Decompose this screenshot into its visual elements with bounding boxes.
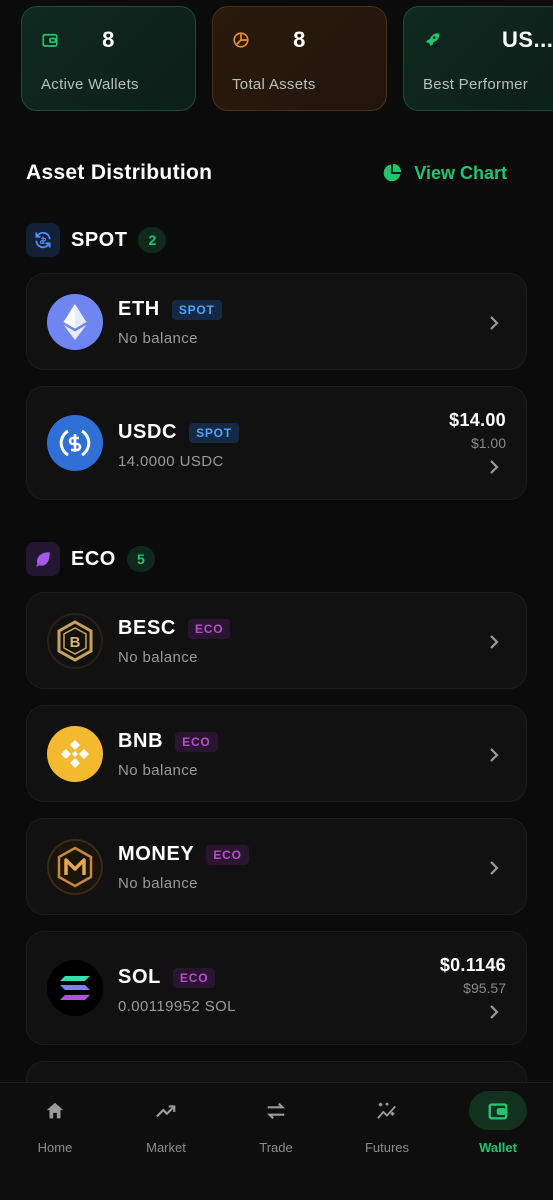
asset-unit-price: $95.57: [463, 980, 506, 996]
asset-symbol: ETH: [118, 298, 160, 320]
asset-value: $0.1146: [439, 955, 506, 975]
nav-home[interactable]: Home: [0, 1091, 110, 1155]
asset-tag: ECO: [172, 967, 216, 988]
asset-unit-price: $1.00: [470, 435, 506, 451]
nav-label: Home: [37, 1140, 73, 1155]
nav-label: Futures: [364, 1140, 410, 1155]
asset-name: USDC SPOT: [118, 421, 239, 444]
asset-symbol: BNB: [118, 730, 164, 752]
group-name: SPOT: [71, 228, 128, 251]
svg-text:B: B: [70, 634, 81, 651]
asset-name: BNB ECO: [118, 730, 218, 753]
asset-value: $14.00: [449, 410, 506, 430]
group-name: ECO: [71, 547, 116, 570]
asset-card-eth[interactable]: ETH SPOT No balance: [26, 273, 527, 370]
section-title: Asset Distribution: [26, 161, 213, 184]
bottom-nav: Home Market Trade Futures Wallet: [0, 1082, 553, 1200]
chevron-right-icon: [490, 460, 499, 474]
asset-symbol: SOL: [118, 966, 161, 988]
home-icon: [26, 1091, 84, 1130]
asset-tag: SPOT: [189, 422, 239, 443]
asset-tag: SPOT: [171, 299, 222, 320]
eth-logo-icon: [47, 294, 103, 350]
stats-row: 8 Active Wallets 8 Total Assets US... Be…: [21, 6, 553, 112]
stat-label: Best Performer: [423, 76, 529, 93]
chevron-right-icon: [490, 861, 499, 875]
asset-distribution-header: Asset Distribution View Chart: [26, 158, 507, 188]
asset-balance: 0.00119952 SOL: [118, 998, 236, 1015]
asset-balance: No balance: [118, 762, 198, 779]
asset-name: MONEY ECO: [118, 843, 249, 866]
asset-name: ETH SPOT: [118, 298, 222, 321]
bnb-logo-icon: [47, 726, 103, 782]
stat-card-total-assets[interactable]: 8 Total Assets: [212, 6, 387, 111]
asset-tag: ECO: [187, 618, 231, 639]
asset-balance: No balance: [118, 649, 198, 666]
refresh-icon: [26, 223, 60, 257]
stat-label: Total Assets: [232, 76, 316, 93]
group-count-badge: 2: [138, 227, 167, 253]
stat-value: 8: [102, 27, 115, 52]
chevron-right-icon: [490, 748, 499, 762]
asset-balance: No balance: [118, 875, 198, 892]
asset-name: BESC ECO: [118, 617, 231, 640]
asset-balance: No balance: [118, 330, 198, 347]
asset-card-money[interactable]: MONEY ECO No balance: [26, 818, 527, 915]
asset-tag: ECO: [175, 731, 218, 752]
asset-card-sol[interactable]: SOL ECO 0.00119952 SOL $0.1146 $95.57: [26, 931, 527, 1045]
nav-wallet[interactable]: Wallet: [443, 1091, 553, 1155]
nav-label: Wallet: [479, 1140, 517, 1155]
usdc-logo-icon: [47, 415, 103, 471]
nav-label: Trade: [259, 1140, 293, 1155]
chevron-right-icon: [490, 635, 499, 649]
sol-logo-icon: [47, 960, 103, 1016]
trending-up-icon: [137, 1091, 195, 1130]
pie-chart-icon: [384, 163, 402, 182]
asset-symbol: BESC: [118, 617, 176, 639]
stat-card-active-wallets[interactable]: 8 Active Wallets: [21, 6, 196, 111]
asset-symbol: USDC: [118, 421, 178, 443]
asset-card-usdc[interactable]: USDC SPOT 14.0000 USDC $14.00 $1.00: [26, 386, 527, 500]
stat-label: Active Wallets: [41, 76, 139, 93]
group-header-spot[interactable]: SPOT 2: [26, 223, 167, 257]
chevron-right-icon: [490, 1005, 499, 1019]
asset-symbol: MONEY: [118, 843, 195, 865]
nav-label: Market: [146, 1140, 186, 1155]
stat-value: 8: [293, 27, 306, 52]
wallet-icon: [469, 1091, 527, 1130]
asset-tag: ECO: [206, 844, 249, 865]
rocket-icon: [426, 33, 440, 46]
stat-card-best-performer[interactable]: US... Best Performer: [403, 6, 553, 111]
view-chart-button[interactable]: View Chart: [382, 163, 507, 184]
view-chart-label: View Chart: [414, 162, 507, 183]
asset-card-bnb[interactable]: BNB ECO No balance: [26, 705, 527, 802]
nav-futures[interactable]: Futures: [332, 1091, 442, 1155]
leaf-icon: [26, 542, 60, 576]
sparkle-chart-icon: [358, 1091, 416, 1130]
asset-card-besc[interactable]: B BESC ECO No balance: [26, 592, 527, 689]
group-header-eco[interactable]: ECO 5: [26, 542, 155, 576]
money-logo-icon: [47, 839, 103, 895]
asset-balance: 14.0000 USDC: [118, 453, 224, 470]
chevron-right-icon: [490, 316, 499, 330]
nav-market[interactable]: Market: [111, 1091, 221, 1155]
group-count-badge: 5: [126, 546, 155, 572]
asset-name: SOL ECO: [118, 966, 216, 989]
stat-value: US...: [502, 27, 553, 52]
swap-arrows-icon: [247, 1091, 305, 1130]
besc-logo-icon: B: [47, 613, 103, 669]
nav-trade[interactable]: Trade: [221, 1091, 331, 1155]
